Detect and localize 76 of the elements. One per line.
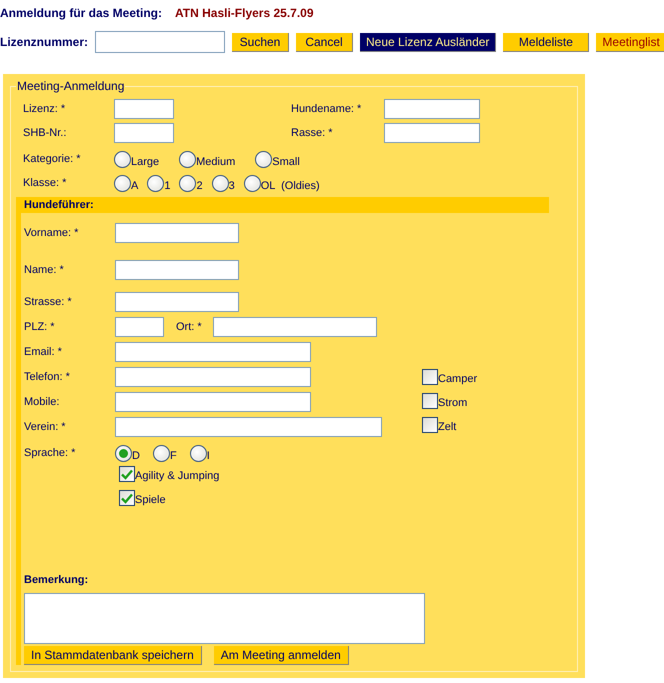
- field-label: Mobile:: [24, 394, 60, 410]
- page-title: Anmeldung für das Meeting:: [0, 5, 163, 22]
- text-field[interactable]: [115, 260, 239, 280]
- option-label: Strom: [438, 398, 468, 409]
- option-label: I: [206, 450, 210, 462]
- text-field[interactable]: [115, 223, 239, 243]
- field-label: Hundename: *: [291, 102, 362, 117]
- toolbar-button[interactable]: Suchen: [232, 32, 289, 52]
- radio-button[interactable]: [115, 444, 132, 462]
- radio-button[interactable]: [179, 150, 196, 168]
- text-field[interactable]: [114, 123, 174, 143]
- checkbox[interactable]: [422, 369, 438, 385]
- text-field[interactable]: [115, 392, 311, 412]
- field-label: Rasse: *: [291, 126, 334, 141]
- text-field[interactable]: [115, 317, 164, 337]
- form-button[interactable]: Am Meeting anmelden: [214, 646, 349, 664]
- option-label: OL (Oldies): [260, 180, 320, 192]
- toolbar-button[interactable]: Neue Lizenz Ausländer: [360, 32, 496, 52]
- text-field[interactable]: [114, 99, 174, 119]
- option-label: 1: [164, 180, 170, 192]
- field-label: Vorname: *: [24, 226, 80, 241]
- checkbox[interactable]: [422, 393, 438, 409]
- checkbox[interactable]: [422, 417, 438, 433]
- field-label: SHB-Nr.:: [23, 126, 68, 141]
- event-name: ATN Hasli-Flyers 25.7.09: [175, 5, 314, 22]
- text-field[interactable]: [115, 342, 311, 362]
- text-field[interactable]: [213, 317, 377, 337]
- radio-button[interactable]: [114, 174, 131, 192]
- option-label: A: [131, 180, 138, 192]
- option-label: Small: [272, 156, 300, 168]
- option-label: Zelt: [438, 422, 456, 433]
- field-label: Name: *: [24, 262, 65, 278]
- section-heading: Hundeführer:: [21, 197, 549, 213]
- field-label: Kategorie: *: [23, 152, 82, 167]
- radio-button[interactable]: [179, 174, 196, 192]
- field-label: Verein: *: [24, 420, 67, 435]
- radio-button[interactable]: [114, 150, 131, 168]
- field-label: Telefon: *: [24, 370, 71, 385]
- text-field[interactable]: [384, 123, 480, 143]
- option-label: F: [170, 450, 177, 462]
- field-label: Strasse: *: [24, 294, 73, 310]
- text-field[interactable]: [115, 417, 382, 437]
- field-label: Klasse: *: [23, 176, 68, 191]
- text-field[interactable]: [384, 99, 480, 119]
- option-label: Large: [131, 156, 160, 168]
- field-label: Email: *: [24, 344, 63, 360]
- field-label: Ort: *: [176, 320, 203, 335]
- option-label: 3: [228, 180, 235, 192]
- option-label: Medium: [196, 156, 236, 168]
- radio-button[interactable]: [212, 174, 229, 192]
- text-field[interactable]: [115, 367, 311, 387]
- option-label: D: [132, 450, 140, 462]
- field-label: Lizenz: *: [23, 102, 66, 117]
- checkbox[interactable]: [119, 466, 135, 482]
- option-label: 2: [196, 180, 203, 192]
- toolbar-button[interactable]: Meetinglist: [596, 32, 664, 52]
- text-field[interactable]: [115, 292, 239, 312]
- field-label: Bemerkung:: [24, 573, 90, 588]
- field-label: Sprache: *: [24, 446, 76, 461]
- checkbox[interactable]: [119, 490, 135, 506]
- option-label: Spiele: [135, 495, 166, 506]
- form-button[interactable]: In Stammdatenbank speichern: [24, 646, 202, 664]
- license-search-field[interactable]: [95, 31, 225, 53]
- option-label: Agility & Jumping: [135, 471, 220, 482]
- toolbar-button[interactable]: Meldeliste: [503, 32, 590, 52]
- radio-button[interactable]: [147, 174, 164, 192]
- section-legend: Meeting-Anmeldung: [16, 77, 126, 95]
- radio-button[interactable]: [152, 444, 170, 462]
- field-label: Lizenznummer:: [0, 34, 90, 51]
- radio-button[interactable]: [255, 150, 272, 168]
- remark-field[interactable]: [24, 592, 425, 644]
- radio-button[interactable]: [190, 444, 207, 462]
- option-label: Camper: [438, 374, 478, 385]
- toolbar-button[interactable]: Cancel: [296, 32, 353, 52]
- field-label: PLZ: *: [24, 320, 56, 335]
- radio-button[interactable]: [244, 174, 261, 192]
